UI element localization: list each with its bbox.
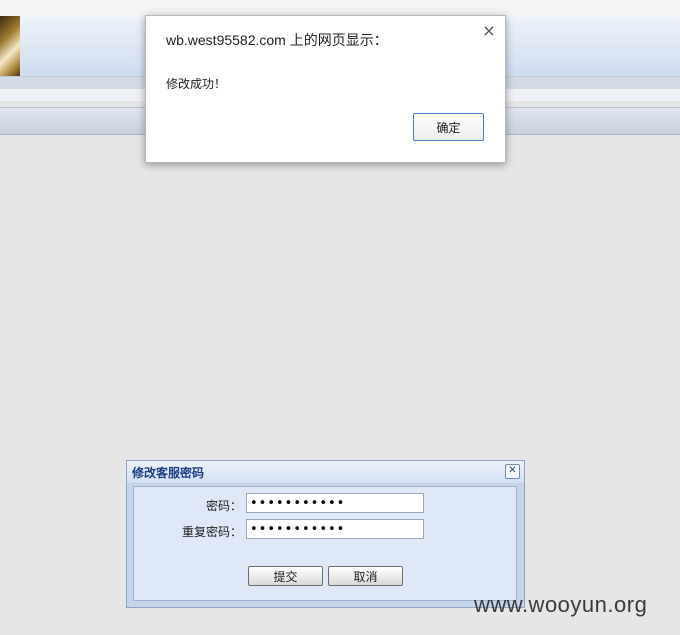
dialog-title: 修改客服密码 bbox=[132, 466, 205, 480]
header-logo-image bbox=[0, 16, 20, 76]
dialog-titlebar[interactable]: 修改客服密码 ✕ bbox=[127, 461, 524, 483]
change-password-dialog: 修改客服密码 ✕ 密码： 重复密码： 提交 取消 bbox=[126, 460, 525, 608]
watermark: www.wooyun.org bbox=[474, 592, 648, 617]
browser-alert-dialog: wb.west95582.com 上的网页显示： × 修改成功！ 确定 bbox=[145, 15, 506, 163]
confirm-password-label: 重复密码： bbox=[181, 525, 242, 539]
close-icon[interactable]: ✕ bbox=[505, 464, 520, 479]
alert-ok-button[interactable]: 确定 bbox=[413, 113, 484, 141]
alert-title: wb.west95582.com 上的网页显示： bbox=[166, 32, 388, 48]
cancel-button[interactable]: 取消 bbox=[328, 566, 403, 586]
top-strip bbox=[0, 0, 680, 16]
submit-button[interactable]: 提交 bbox=[248, 566, 323, 586]
password-label: 密码： bbox=[205, 499, 242, 513]
confirm-password-input[interactable] bbox=[246, 519, 424, 539]
password-input[interactable] bbox=[246, 493, 424, 513]
close-icon[interactable]: × bbox=[481, 22, 497, 40]
alert-message: 修改成功！ bbox=[166, 77, 227, 91]
dialog-body: 密码： 重复密码： bbox=[133, 486, 517, 601]
